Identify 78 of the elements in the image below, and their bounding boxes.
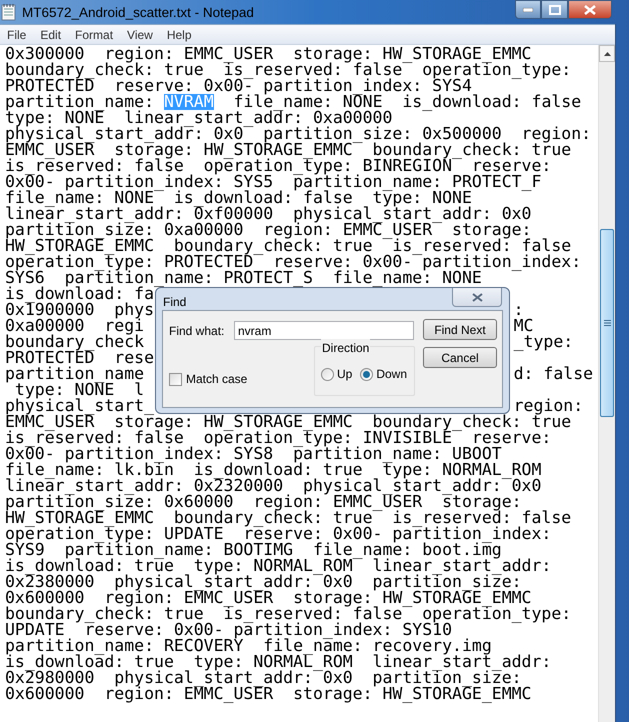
text-line: is_download: fa [5,286,154,302]
grip-icon [604,320,610,326]
radio-button[interactable] [360,368,374,380]
text-fragment: region: [514,398,584,414]
window-title: MT6572_Android_scatter.txt - Notepad [22,4,254,22]
text-line: PROTECTED rese [5,350,154,366]
text-line: EMMC_USER storage: HW_STORAGE_EMMC boundary_check: true [5,414,572,430]
text-fragment: _type: [514,334,574,350]
menu-item[interactable]: Help [160,26,199,44]
text-line: SYS6 partition_name: PROTECT_S file_name: NONE [5,270,482,286]
radio-label: Up [337,366,352,383]
text-line: file_name: NONE is_download: false [233,94,582,110]
text-line: physical_start_addr: 0x0 partition_size: 0x500000 region: [5,126,592,142]
minimize-button[interactable] [515,0,541,19]
cancel-button[interactable]: Cancel [423,347,497,368]
text-line: boundary_check [5,334,144,350]
text-fragment: d: false [514,366,594,382]
menu-item[interactable]: File [0,26,34,44]
text-line: 0x00- partition_index: SYS5 partition_name: PROTECT_F [5,174,542,190]
text-fragment: MC [514,318,534,334]
match-case-label: Match case [186,371,248,388]
scrollbar[interactable] [598,45,615,722]
text-line: partition_name [5,366,144,382]
text-line: file_name: lk.bin is_download: true type: NORMAL_ROM [5,462,542,478]
text-line: 0x2980000 physical_start_addr: 0x0 partition_size: [5,670,522,686]
text-line: is_download: true type: NORMAL_ROM linear_start_addr: [5,654,552,670]
close-icon [584,4,596,14]
text-line: file_name: NONE is_download: false type: NONE [5,190,472,206]
text-line: UPDATE reserve: 0x00- partition_index: SYS10 [5,622,452,638]
text-line: is_reserved: false operation_type: BINREGION reserve: [5,158,552,174]
minimize-icon [523,8,533,12]
find-next-button[interactable]: Find Next [423,319,497,340]
text-line: type: NONE l [14,382,144,398]
menu-item[interactable]: Format [68,26,120,44]
maximize-button[interactable] [541,0,568,19]
text-line: physical_start_ [5,398,154,414]
text-line: 0xa00000 regi [5,318,144,334]
text-line: PROTECTED reserve: 0x00- partition_index: SYS4 [5,78,472,94]
text-line: partition_name: RECOVERY file_name: recovery.img [5,638,492,654]
selected-text: NVRAM [164,94,214,110]
maximize-icon [548,4,560,14]
scroll-up-icon [604,52,610,56]
text-line: type: NONE linear_start_addr: 0xa00000 [5,110,392,126]
text-fragment: : [514,302,524,318]
text-line: operation_type: UPDATE reserve: 0x00- partition_index: [5,526,552,542]
text-line: boundary_check: true is_reserved: false operation_type: [5,62,572,78]
text-line: partition_name: [5,94,154,110]
text-line: is_reserved: false operation_type: INVISIBLE reserve: [5,430,552,446]
menu-item[interactable]: Edit [33,26,68,44]
text-line: SYS9 partition_name: BOOTIMG file_name: boot.img [5,542,502,558]
menu-item[interactable]: View [120,26,160,44]
text-line: HW_STORAGE_EMMC boundary_check: true is_reserved: false [5,238,572,254]
text-line: partition_size: 0x60000 region: EMMC_USER storage: [5,494,522,510]
text-line: 0x600000 region: EMMC_USER storage: HW_STORAGE_EMMC [5,590,532,606]
close-button[interactable] [452,288,502,307]
text-line: operation_type: PROTECTED reserve: 0x00- partition_index: [5,254,582,270]
match-case-checkbox[interactable] [169,372,182,386]
radio-button[interactable] [321,368,334,380]
text-line: 0x300000 region: EMMC_USER storage: HW_STORAGE_EMMC [5,46,532,62]
close-button[interactable] [568,0,612,19]
text-line: HW_STORAGE_EMMC boundary_check: true is_reserved: false [5,510,572,526]
text-line: EMMC_USER storage: HW_STORAGE_EMMC boundary_check: true [5,142,572,158]
scroll-thumb[interactable] [600,229,614,417]
text-line: boundary_check: true is_reserved: false operation_type: [5,606,572,622]
text-line: linear_start_addr: 0xf00000 physical_start_addr: 0x0 [5,206,532,222]
notepad-icon [1,3,17,21]
radio-label: Down [376,366,408,383]
text-line: linear_start_addr: 0x2320000 physical_start_addr: 0x0 [5,478,542,494]
text-line: 0x00- partition_index: SYS8 partition_name: UBOOT [5,446,502,462]
find-what-field[interactable]: nvram [234,321,414,340]
text-line: is_download: true type: NORMAL_ROM linear_start_addr: [5,558,552,574]
text-line: partition_size: 0xa00000 region: EMMC_USER storage: [5,222,532,238]
close-icon [472,292,482,302]
text-line: 0x1900000 phys [5,302,154,318]
dialog-title: Find [163,294,186,311]
text-line: 0x600000 region: EMMC_USER storage: HW_STORAGE_EMMC [5,686,532,702]
find-what-label: Find what: [169,322,226,340]
text-line: 0x2380000 physical_start_addr: 0x0 partition_size: [5,574,522,590]
